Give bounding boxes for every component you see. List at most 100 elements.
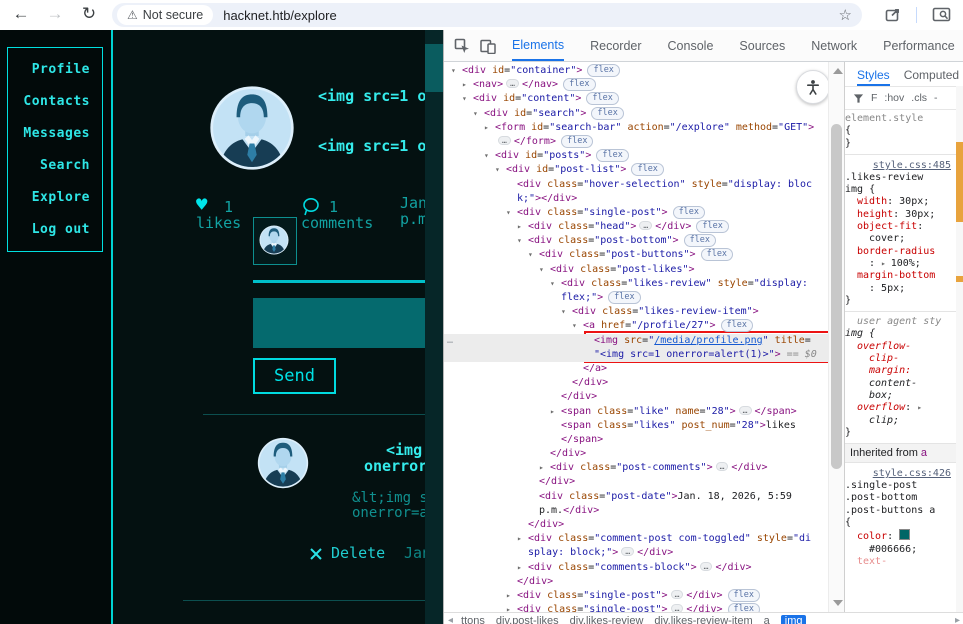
scroll-up-arrow-icon[interactable]	[833, 68, 843, 74]
dom-scrollbar-thumb[interactable]	[831, 124, 842, 469]
flex-badge[interactable]: flex	[631, 163, 663, 176]
reload-icon[interactable]: ↻	[76, 1, 102, 27]
dom-tree-row[interactable]: ▾<div class="post-likes">	[444, 263, 828, 277]
twisty-expanded-icon[interactable]: ▾	[517, 234, 522, 248]
css-rule-line[interactable]: margin:	[845, 365, 957, 377]
css-rule-line[interactable]: }	[845, 138, 957, 150]
dom-tree-row[interactable]: ▾<div id="post-list">flex	[444, 163, 828, 177]
styles-tab-styles[interactable]: Styles	[857, 62, 890, 86]
css-rule-line[interactable]: {	[845, 125, 957, 137]
delete-link[interactable]: Delete	[331, 544, 385, 562]
forward-icon[interactable]: →	[42, 1, 68, 27]
styles-toolbar-item-3[interactable]: -	[934, 92, 938, 104]
comment-textarea[interactable]	[253, 298, 426, 348]
dom-tree-row[interactable]: ▾<div class="post-bottom">flex	[444, 234, 828, 248]
device-toolbar-icon[interactable]	[480, 38, 496, 54]
expand-ellipsis-icon[interactable]: …	[671, 604, 684, 612]
devtools-tab-sources[interactable]: Sources	[739, 31, 785, 60]
css-rule-line[interactable]: color:	[845, 529, 957, 543]
post2-author-avatar[interactable]	[257, 437, 309, 489]
dom-tree-row[interactable]: </a>	[444, 362, 828, 376]
dom-tree-row[interactable]: "<img src=1 onerror=alert(1)>"> == $0	[444, 348, 828, 362]
breadcrumb-item[interactable]: img	[781, 615, 807, 624]
flex-badge[interactable]: flex	[596, 149, 628, 162]
dom-tree-row[interactable]: ▾<div id="posts">flex	[444, 149, 828, 163]
bookmark-star-icon[interactable]: ☆	[839, 6, 852, 24]
flex-badge[interactable]: flex	[608, 291, 640, 304]
styles-toolbar-item-0[interactable]: F	[871, 92, 877, 104]
css-rule-line[interactable]: content-	[845, 378, 957, 390]
flex-badge[interactable]: flex	[696, 220, 728, 233]
flex-badge[interactable]: flex	[701, 248, 733, 261]
dom-tree-row[interactable]: ▸<form id="search-bar" action="/explore"…	[444, 121, 828, 135]
scroll-down-arrow-icon[interactable]	[833, 600, 843, 606]
stylesheet-link[interactable]: style.css:485	[873, 160, 951, 171]
twisty-expanded-icon[interactable]: ▾	[495, 163, 500, 177]
twisty-collapsed-icon[interactable]: ▸	[484, 121, 489, 135]
css-rule-line[interactable]: overflow: ▸	[845, 402, 957, 414]
dom-tree-row[interactable]: ▾<div class="single-post">flex	[444, 206, 828, 220]
address-bar[interactable]: ⚠ Not secure hacknet.htb/explore ☆	[112, 3, 862, 27]
twisty-collapsed-icon[interactable]: ▸	[506, 589, 511, 603]
css-rule-line[interactable]: height: 30px;	[845, 209, 957, 221]
like-heart-icon[interactable]: ♥	[196, 194, 207, 216]
dom-tree-row[interactable]: ▾<div id="search">flex	[444, 107, 828, 121]
dom-tree-row[interactable]: </div>	[444, 390, 828, 404]
dom-tree-row[interactable]: <div class="post-date">Jan. 18, 2026, 5:…	[444, 490, 828, 504]
dom-tree-row[interactable]: </div>	[444, 475, 828, 489]
breadcrumb-item[interactable]: div.post-likes	[496, 615, 559, 624]
page-scrollbar-thumb[interactable]	[425, 44, 443, 92]
dom-scrollbar[interactable]	[828, 62, 845, 612]
flex-badge[interactable]: flex	[561, 135, 593, 148]
css-rule-line[interactable]: element.style	[845, 113, 957, 125]
css-rule-line[interactable]: : ▸ 100%;	[845, 258, 957, 270]
dom-tree-row[interactable]: ▸<div class="single-post">…</div>flex	[444, 603, 828, 612]
delete-x-icon[interactable]	[309, 547, 323, 561]
twisty-collapsed-icon[interactable]: ▸	[517, 532, 522, 546]
css-rule-line[interactable]: #006666;	[845, 544, 957, 556]
css-rule-line[interactable]: text-	[845, 556, 957, 568]
css-rule-line[interactable]: width: 30px;	[845, 196, 957, 208]
css-rule-line[interactable]: {	[845, 517, 957, 529]
flex-badge[interactable]: flex	[591, 107, 623, 120]
devtools-tab-network[interactable]: Network	[811, 31, 857, 60]
flex-badge[interactable]: flex	[684, 234, 716, 247]
dom-tree-row[interactable]: ▸<div class="head">…</div>flex	[444, 220, 828, 234]
dom-tree-row[interactable]: flex;">flex	[444, 291, 828, 305]
flex-badge[interactable]: flex	[587, 64, 619, 77]
sidebar-item-log-out[interactable]: Log out	[8, 222, 102, 237]
flex-badge[interactable]: flex	[563, 78, 595, 91]
liker-avatar-box[interactable]	[253, 217, 297, 265]
dom-tree-row[interactable]: ▾<div id="container">flex	[444, 64, 828, 78]
expand-ellipsis-icon[interactable]: …	[671, 590, 684, 599]
sidebar-item-messages[interactable]: Messages	[8, 126, 102, 141]
twisty-expanded-icon[interactable]: ▾	[451, 64, 456, 78]
twisty-expanded-icon[interactable]: ▾	[506, 206, 511, 220]
send-button[interactable]: Send	[253, 358, 336, 394]
dom-tree-row[interactable]: …</form>flex	[444, 135, 828, 149]
twisty-expanded-icon[interactable]: ▾	[528, 248, 533, 262]
expand-ellipsis-icon[interactable]: …	[739, 406, 752, 415]
dom-tree-row[interactable]: ▾<div class="likes-review-item">	[444, 305, 828, 319]
devtools-tab-performance[interactable]: Performance	[883, 31, 955, 60]
attribute-link[interactable]: /media/profile.png	[654, 335, 762, 346]
twisty-expanded-icon[interactable]: ▾	[550, 277, 555, 291]
dom-tree-row[interactable]: splay: block;">…</div>	[444, 546, 828, 560]
likes-label[interactable]: likes	[196, 214, 241, 232]
dom-tree-row[interactable]: ▸<div class="comments-block">…</div>	[444, 561, 828, 575]
twisty-expanded-icon[interactable]: ▾	[473, 107, 478, 121]
dom-tree-row[interactable]: …<img src="/media/profile.png" title=	[444, 334, 828, 348]
twisty-collapsed-icon[interactable]: ▸	[550, 405, 555, 419]
security-chip[interactable]: ⚠ Not secure	[117, 5, 213, 25]
breadcrumb-item[interactable]: div.likes-review-item	[654, 615, 752, 624]
css-rule-line[interactable]: .single-post	[845, 480, 957, 492]
devtools-tab-recorder[interactable]: Recorder	[590, 31, 641, 60]
breadcrumb-item[interactable]: ttons	[461, 615, 485, 624]
dom-tree-row[interactable]: </span>	[444, 433, 828, 447]
expand-ellipsis-icon[interactable]: …	[506, 79, 519, 88]
css-rule-line[interactable]: margin-bottom	[845, 270, 957, 282]
dom-tree-row[interactable]: ▸<div class="post-comments">…</div>	[444, 461, 828, 475]
dom-tree-row[interactable]: ▾<a href="/profile/27">flex	[444, 319, 828, 333]
dom-tree-row[interactable]: <div class="hover-selection" style="disp…	[444, 178, 828, 192]
twisty-expanded-icon[interactable]: ▾	[561, 305, 566, 319]
